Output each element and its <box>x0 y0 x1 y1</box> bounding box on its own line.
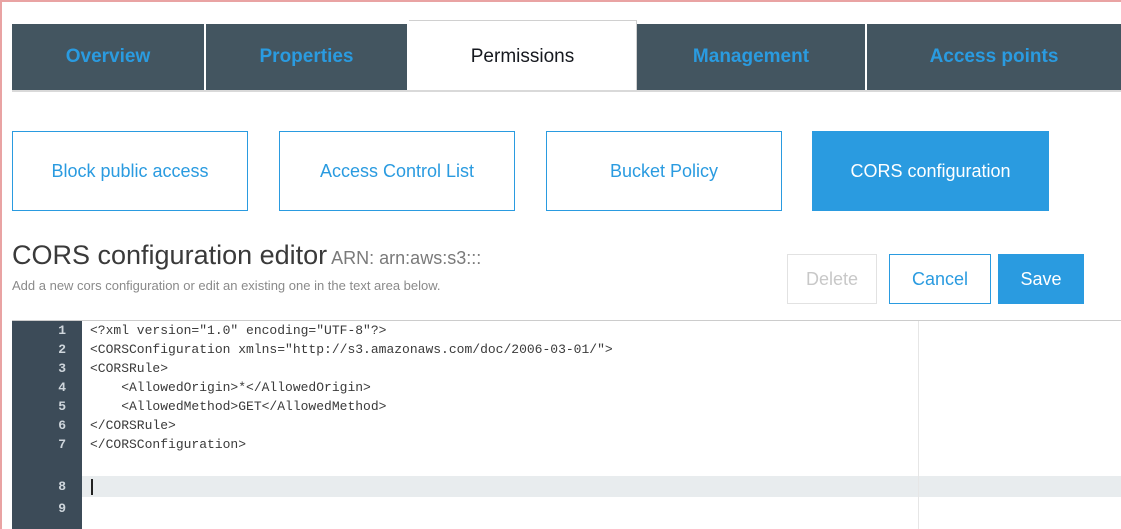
line-number: 8 <box>58 479 66 494</box>
tab-properties[interactable]: Properties <box>206 24 409 90</box>
code-line: <CORSRule> <box>90 361 169 376</box>
main-tabs: Overview Properties Permissions Manageme… <box>12 20 1121 92</box>
line-number-gutter: 1 2 3 4 5 6 7 8 9 <box>12 321 82 529</box>
subtab-access-control-list[interactable]: Access Control List <box>279 131 515 211</box>
line-number: 4 <box>58 380 66 395</box>
cancel-button[interactable]: Cancel <box>889 254 991 304</box>
tabs-divider <box>12 90 1121 92</box>
save-button[interactable]: Save <box>998 254 1084 304</box>
code-line: <?xml version="1.0" encoding="UTF-8"?> <box>90 323 387 338</box>
line-number: 3 <box>58 361 66 376</box>
print-margin <box>918 321 919 529</box>
subtab-cors-configuration[interactable]: CORS configuration <box>812 131 1049 211</box>
editor-heading: CORS configuration editor ARN: arn:aws:s3… <box>12 240 481 271</box>
tab-permissions[interactable]: Permissions <box>409 20 637 92</box>
code-text-area[interactable]: <?xml version="1.0" encoding="UTF-8"?> <… <box>82 321 1121 529</box>
tab-management[interactable]: Management <box>637 24 867 90</box>
tab-access-points[interactable]: Access points <box>867 24 1121 90</box>
code-line: </CORSRule> <box>90 418 176 433</box>
code-editor[interactable]: 1 2 3 4 5 6 7 8 9 <?xml version="1.0" en… <box>12 320 1121 529</box>
code-line: <AllowedOrigin>*</AllowedOrigin> <box>90 380 371 395</box>
subtab-bucket-policy[interactable]: Bucket Policy <box>546 131 782 211</box>
code-line: <AllowedMethod>GET</AllowedMethod> <box>90 399 387 414</box>
editor-title: CORS configuration editor <box>12 240 328 270</box>
subtab-block-public-access[interactable]: Block public access <box>12 131 248 211</box>
text-cursor <box>91 479 93 495</box>
line-number: 7 <box>58 437 66 452</box>
editor-subtitle: Add a new cors configuration or edit an … <box>12 278 441 293</box>
code-line: </CORSConfiguration> <box>90 437 247 452</box>
editor-arn: ARN: arn:aws:s3::: <box>331 248 482 268</box>
line-number: 2 <box>58 342 66 357</box>
line-number: 9 <box>58 501 66 516</box>
code-line: <CORSConfiguration xmlns="http://s3.amaz… <box>90 342 613 357</box>
window-top-border <box>0 0 1121 4</box>
line-number: 5 <box>58 399 66 414</box>
active-line-highlight <box>82 476 1121 497</box>
window-left-border <box>0 0 2 529</box>
tab-overview[interactable]: Overview <box>12 24 206 90</box>
delete-button[interactable]: Delete <box>787 254 877 304</box>
line-number: 6 <box>58 418 66 433</box>
line-number: 1 <box>58 323 66 338</box>
